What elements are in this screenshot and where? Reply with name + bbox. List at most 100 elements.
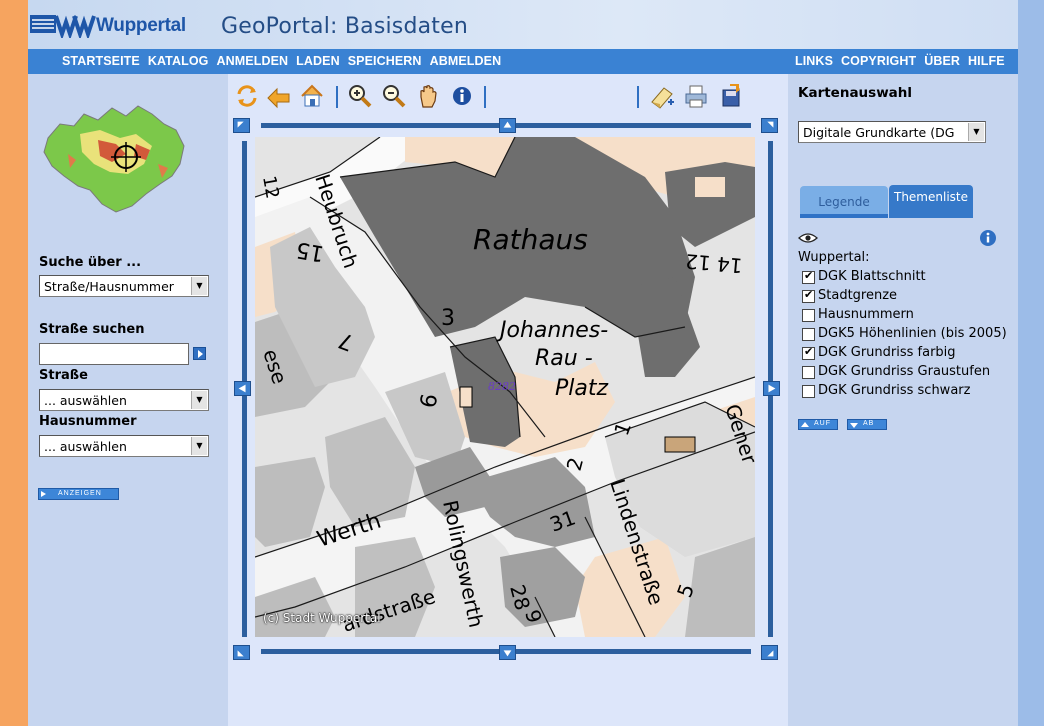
- print-icon[interactable]: [682, 82, 710, 110]
- arrow-down-icon: [850, 423, 858, 428]
- main-nav: STARTSEITE KATALOG ANMELDEN LADEN SPEICH…: [28, 49, 1018, 74]
- left-panel: Suche über ... Straße/Hausnummer ▼ Straß…: [28, 74, 228, 726]
- map-marker-label: 8282: [488, 380, 516, 393]
- theme-label: DGK Grundriss Graustufen: [818, 364, 991, 379]
- map-area: Rathaus Johannes- Rau - Platz Heubruch W…: [228, 74, 788, 726]
- checkbox[interactable]: [802, 366, 815, 379]
- strasse-suchen-label: Straße suchen: [39, 322, 145, 337]
- nav-anmelden[interactable]: ANMELDEN: [217, 54, 289, 68]
- map-toolbar: [228, 82, 788, 112]
- checkbox[interactable]: [802, 288, 815, 303]
- kartenauswahl-value: Digitale Grundkarte (DG: [803, 125, 955, 140]
- theme-label: DGK Grundriss schwarz: [818, 383, 971, 398]
- pan-northeast-button[interactable]: [761, 118, 778, 133]
- hausnummer-select[interactable]: ... auswählen ▼: [39, 435, 209, 457]
- chevron-down-icon: ▼: [191, 277, 207, 295]
- theme-label: DGK5 Höhenlinien (bis 2005): [818, 326, 1007, 341]
- nav-right: LINKS COPYRIGHT ÜBER HILFE: [795, 54, 1013, 68]
- map-label-3: 3: [441, 306, 455, 331]
- overview-map[interactable]: [40, 94, 188, 218]
- refresh-icon[interactable]: [233, 82, 261, 110]
- pan-west-button[interactable]: [234, 381, 251, 396]
- arrow-up-icon: [801, 422, 809, 427]
- checkbox[interactable]: [802, 328, 815, 341]
- kartenauswahl-select[interactable]: Digitale Grundkarte (DG ▼: [798, 121, 986, 143]
- nav-katalog[interactable]: KATALOG: [148, 54, 209, 68]
- tab-legende[interactable]: Legende: [800, 186, 888, 218]
- strasse-label: Straße: [39, 368, 88, 383]
- pan-southwest-button[interactable]: [233, 645, 250, 660]
- group-label: Wuppertal:: [798, 250, 870, 265]
- hausnummer-select-value: ... auswählen: [44, 439, 127, 454]
- strasse-suchen-go-button[interactable]: [193, 347, 206, 360]
- nav-speichern[interactable]: SPEICHERN: [348, 54, 422, 68]
- chevron-down-icon: ▼: [968, 123, 984, 141]
- page-title: GeoPortal: Basisdaten: [221, 14, 469, 39]
- info-icon[interactable]: [448, 82, 476, 110]
- header: Wuppertal GeoPortal: Basisdaten: [28, 0, 1018, 49]
- nav-laden[interactable]: LADEN: [296, 54, 340, 68]
- left-accent-strip: [0, 0, 28, 726]
- nav-startseite[interactable]: STARTSEITE: [62, 54, 140, 68]
- play-icon: [41, 491, 46, 497]
- pan-east-button[interactable]: [763, 381, 780, 396]
- zoom-in-icon[interactable]: [346, 82, 374, 110]
- strasse-suchen-input[interactable]: [39, 343, 189, 365]
- anzeigen-button[interactable]: ANZEIGEN: [38, 488, 119, 500]
- map-label-12: 12: [258, 174, 283, 200]
- theme-label: DGK Blattschnitt: [818, 269, 926, 284]
- kartenauswahl-label: Kartenauswahl: [798, 85, 913, 101]
- toolbar-separator: [484, 86, 486, 108]
- checkbox[interactable]: [802, 345, 815, 360]
- map-copyright: (c) Stadt Wuppertal: [263, 611, 381, 625]
- suche-label: Suche über ...: [39, 255, 142, 270]
- map-label-14-12: 14 12: [684, 249, 743, 278]
- strasse-select-value: ... auswählen: [44, 393, 127, 408]
- map-label-platz-3: Platz: [555, 376, 608, 401]
- pan-south-button[interactable]: [499, 645, 516, 660]
- ab-button[interactable]: AB: [847, 419, 887, 430]
- new-document-icon[interactable]: [648, 82, 676, 110]
- pan-northwest-button[interactable]: [233, 118, 250, 133]
- map-canvas: Rathaus Johannes- Rau - Platz Heubruch W…: [255, 137, 755, 637]
- nav-copyright[interactable]: COPYRIGHT: [841, 54, 916, 68]
- back-icon[interactable]: [265, 82, 293, 110]
- tab-themenliste[interactable]: Themenliste: [889, 185, 973, 218]
- checkbox[interactable]: [802, 309, 815, 322]
- info-icon[interactable]: [979, 229, 997, 247]
- pan-hand-icon[interactable]: [414, 82, 442, 110]
- auf-button[interactable]: AUF: [798, 419, 838, 430]
- chevron-down-icon: ▼: [191, 391, 207, 409]
- map-label-15: 15: [294, 236, 326, 265]
- home-icon[interactable]: [298, 82, 326, 110]
- map-label-platz-1: Johannes-: [496, 318, 608, 343]
- pan-north-button[interactable]: [499, 118, 516, 133]
- map-label-platz-2: Rau -: [535, 346, 593, 371]
- logo-text: Wuppertal: [96, 15, 186, 36]
- zoom-out-icon[interactable]: [380, 82, 408, 110]
- auf-label: AUF: [814, 420, 831, 427]
- suche-select[interactable]: Straße/Hausnummer ▼: [39, 275, 209, 297]
- nav-hilfe[interactable]: HILFE: [968, 54, 1005, 68]
- nav-left: STARTSEITE KATALOG ANMELDEN LADEN SPEICH…: [62, 54, 509, 68]
- nav-links[interactable]: LINKS: [795, 54, 833, 68]
- toolbar-separator: [336, 86, 338, 108]
- tab-themenliste-label: Themenliste: [893, 190, 968, 204]
- checkbox[interactable]: [802, 385, 815, 398]
- toolbar-separator: [637, 86, 639, 108]
- chevron-down-icon: ▼: [191, 437, 207, 455]
- nav-abmelden[interactable]: ABMELDEN: [430, 54, 502, 68]
- hausnummer-label: Hausnummer: [39, 414, 137, 429]
- suche-select-value: Straße/Hausnummer: [44, 279, 174, 294]
- strasse-select[interactable]: ... auswählen ▼: [39, 389, 209, 411]
- save-icon[interactable]: [716, 82, 744, 110]
- eye-icon[interactable]: [798, 232, 818, 244]
- pan-southeast-button[interactable]: [761, 645, 778, 660]
- right-panel: Kartenauswahl Digitale Grundkarte (DG ▼ …: [788, 74, 1018, 726]
- nav-ueber[interactable]: ÜBER: [924, 54, 960, 68]
- map-view[interactable]: Rathaus Johannes- Rau - Platz Heubruch W…: [255, 137, 755, 637]
- right-accent-strip: [1018, 0, 1044, 726]
- checkbox[interactable]: [802, 269, 815, 284]
- theme-label: DGK Grundriss farbig: [818, 345, 956, 360]
- theme-label: Hausnummern: [818, 307, 914, 322]
